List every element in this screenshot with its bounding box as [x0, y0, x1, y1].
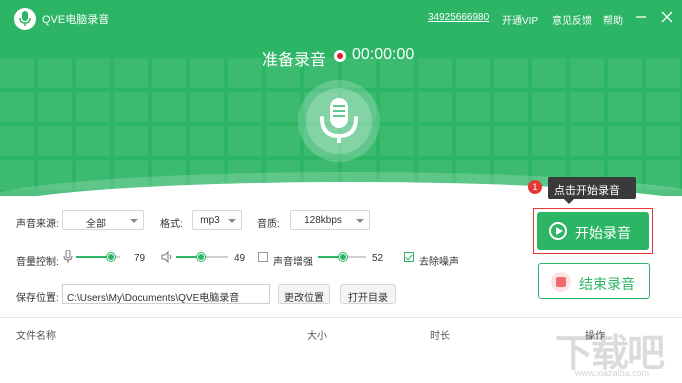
- start-button-highlight: 开始录音: [533, 208, 653, 254]
- microphone-icon: [63, 250, 73, 263]
- background-tile: [0, 160, 34, 190]
- background-tile: [532, 126, 566, 156]
- background-tile: [418, 92, 452, 122]
- mic-volume-slider[interactable]: [76, 252, 120, 262]
- column-duration[interactable]: 时长: [430, 327, 450, 342]
- background-tile: [456, 92, 490, 122]
- status-label: 准备录音: [262, 52, 327, 69]
- background-tile: [76, 126, 110, 156]
- background-tile: [114, 126, 148, 156]
- boost-label: 声音增强: [273, 257, 313, 268]
- format-select[interactable]: mp3: [192, 210, 242, 230]
- boost-value: 52: [372, 253, 384, 264]
- chevron-down-icon: [130, 219, 138, 223]
- quality-label: 音质:: [257, 219, 280, 230]
- chevron-down-icon: [356, 219, 364, 223]
- recording-status: 准备录音 00:00:00: [0, 46, 682, 69]
- source-value: 全部: [86, 219, 106, 230]
- background-tile: [570, 126, 604, 156]
- header-hero: QVE电脑录音 34925666980 开通VIP 意见反馈 帮助 准备录音 0…: [0, 0, 682, 196]
- speaker-volume-slider[interactable]: [176, 252, 228, 262]
- big-microphone-button[interactable]: [298, 80, 380, 162]
- background-tile: [190, 92, 224, 122]
- format-label: 格式:: [160, 219, 183, 230]
- background-tile: [38, 126, 72, 156]
- boost-checkbox[interactable]: [258, 252, 268, 262]
- divider: [0, 317, 682, 318]
- background-tile: [152, 92, 186, 122]
- start-recording-label: 开始录音: [575, 225, 631, 241]
- background-tile: [456, 126, 490, 156]
- start-tooltip: 点击开始录音: [548, 177, 636, 204]
- background-tile: [646, 126, 680, 156]
- background-tile: [266, 126, 300, 156]
- background-tile: [190, 126, 224, 156]
- slider-handle[interactable]: [197, 253, 205, 261]
- background-tile: [380, 92, 414, 122]
- stop-icon: [551, 272, 571, 292]
- background-tile: [418, 126, 452, 156]
- background-tile: [380, 126, 414, 156]
- column-size[interactable]: 大小: [307, 327, 327, 342]
- background-tile: [228, 126, 262, 156]
- vip-link[interactable]: 开通VIP: [502, 12, 538, 27]
- background-tile: [0, 92, 34, 122]
- microphone-icon: [14, 8, 36, 30]
- background-tile: [494, 126, 528, 156]
- quality-select[interactable]: 128kbps: [290, 210, 370, 230]
- mic-volume-value: 79: [134, 253, 146, 264]
- background-tile: [0, 126, 34, 156]
- stop-recording-button[interactable]: 结束录音: [538, 263, 650, 299]
- source-select[interactable]: 全部: [62, 210, 144, 230]
- minimize-icon[interactable]: [633, 9, 649, 25]
- denoise-label: 去除噪声: [419, 257, 459, 268]
- background-tile: [38, 92, 72, 122]
- title-bar: QVE电脑录音 34925666980 开通VIP 意见反馈 帮助: [0, 0, 682, 36]
- speaker-volume-value: 49: [234, 253, 246, 264]
- slider-handle[interactable]: [339, 253, 347, 261]
- microphone-icon: [320, 98, 358, 143]
- stop-recording-label: 结束录音: [579, 276, 635, 292]
- record-dot-icon: [334, 50, 346, 62]
- app-title: QVE电脑录音: [42, 14, 110, 26]
- save-location-label: 保存位置:: [16, 293, 59, 304]
- source-label: 声音来源:: [16, 219, 59, 230]
- background-tile: [228, 92, 262, 122]
- column-filename[interactable]: 文件名称: [16, 327, 56, 342]
- start-recording-button[interactable]: 开始录音: [537, 212, 649, 250]
- background-tile: [266, 92, 300, 122]
- slider-handle[interactable]: [107, 253, 115, 261]
- background-tile: [152, 126, 186, 156]
- boost-slider[interactable]: [318, 252, 366, 262]
- background-tile: [646, 92, 680, 122]
- quality-value: 128kbps: [304, 215, 342, 226]
- chevron-down-icon: [228, 219, 236, 223]
- background-tile: [608, 92, 642, 122]
- play-icon: [549, 222, 567, 240]
- format-value: mp3: [200, 215, 220, 226]
- open-folder-button[interactable]: 打开目录: [340, 284, 396, 304]
- recording-time: 00:00:00: [352, 46, 415, 63]
- change-location-button[interactable]: 更改位置: [278, 284, 330, 304]
- step-badge: 1: [528, 180, 542, 194]
- background-tile: [114, 92, 148, 122]
- background-tile: [76, 92, 110, 122]
- watermark-url: www.xiazaiba.com: [575, 368, 650, 378]
- background-tile: [532, 92, 566, 122]
- help-link[interactable]: 帮助: [603, 12, 623, 27]
- denoise-checkbox[interactable]: [404, 252, 414, 262]
- phone-link[interactable]: 34925666980: [428, 12, 489, 23]
- volume-label: 音量控制:: [16, 257, 59, 268]
- slider-fill: [76, 256, 111, 258]
- feedback-link[interactable]: 意见反馈: [552, 12, 592, 27]
- background-tile: [608, 126, 642, 156]
- save-path-field[interactable]: C:\Users\My\Documents\QVE电脑录音: [62, 284, 270, 304]
- background-tile: [494, 92, 528, 122]
- background-tile: [570, 92, 604, 122]
- speaker-icon: [161, 251, 172, 263]
- close-icon[interactable]: [659, 9, 675, 25]
